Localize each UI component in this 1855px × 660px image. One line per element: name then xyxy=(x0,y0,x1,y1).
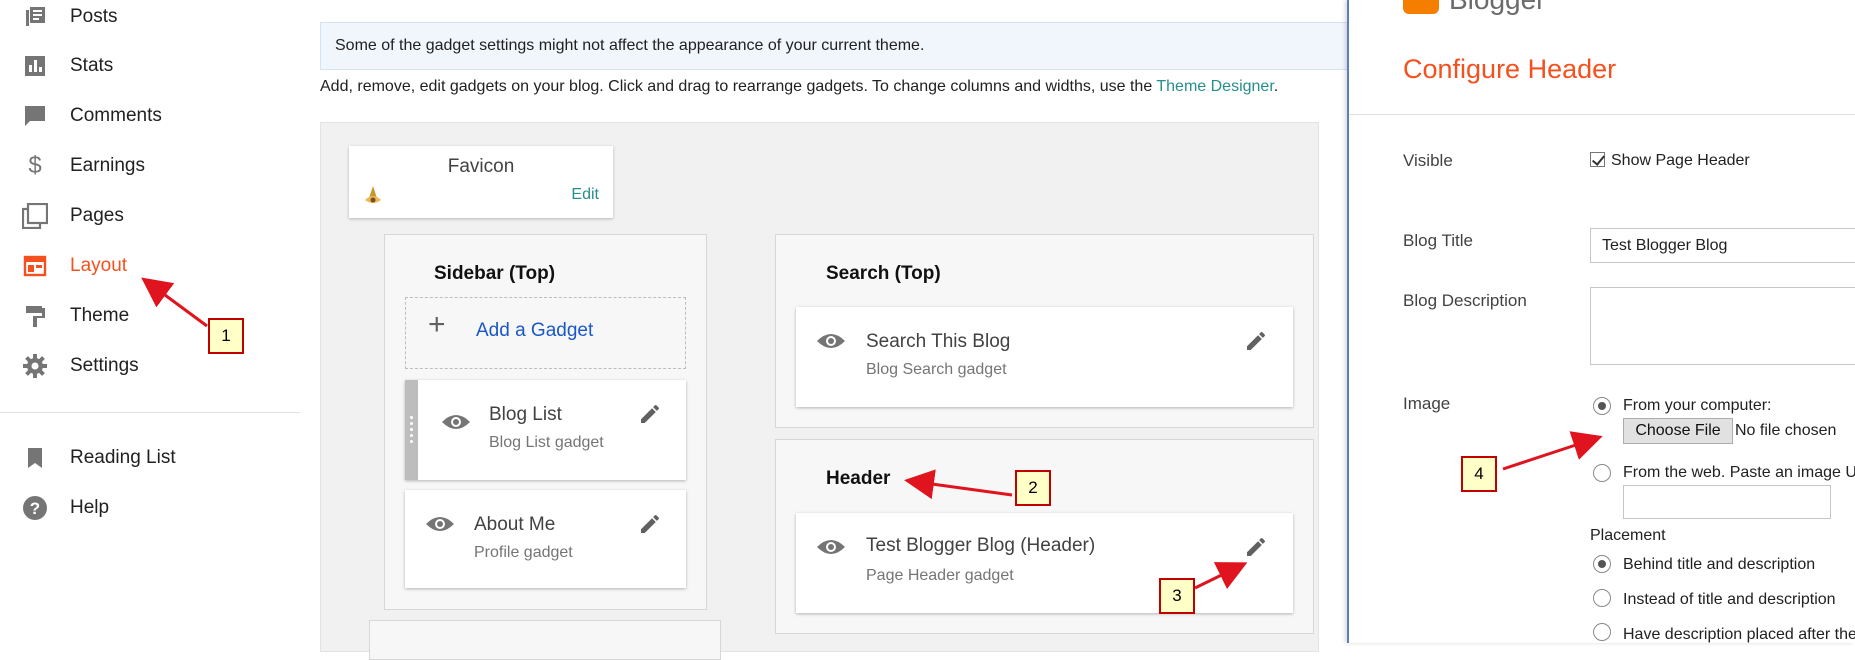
annotation-arrow-3 xyxy=(1194,562,1248,590)
annotation-arrow-2 xyxy=(904,469,1013,500)
annotation-callout-3: 3 xyxy=(1159,578,1195,614)
annotation-callout-2: 2 xyxy=(1015,470,1051,506)
annotation-callout-1: 1 xyxy=(208,318,244,354)
annotation-arrow-4 xyxy=(1502,431,1603,471)
annotation-arrows xyxy=(141,277,1603,590)
annotation-callout-4: 4 xyxy=(1461,456,1497,492)
annotation-arrow-1 xyxy=(141,277,208,328)
